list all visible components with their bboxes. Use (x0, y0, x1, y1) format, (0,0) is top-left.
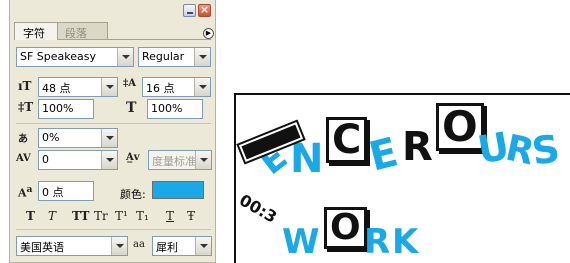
small-caps-button[interactable]: Tr (94, 209, 108, 223)
vertical-scale-icon: ‡T (18, 100, 34, 114)
font-style-value: Regular (142, 50, 185, 63)
chevron-down-icon[interactable] (195, 151, 211, 169)
color-swatch[interactable] (152, 181, 204, 199)
font-size-value: 48 点 (42, 82, 71, 95)
baseline-shift-value: 0 点 (42, 186, 64, 199)
art-letter: S (529, 126, 563, 174)
antialias-value: 犀利 (156, 241, 178, 254)
all-caps-button[interactable]: TT (72, 209, 89, 223)
tracking-value: 度量标准 (152, 155, 196, 168)
art-letter: C (326, 117, 368, 163)
subscript-button[interactable]: T₁ (136, 209, 149, 223)
chevron-down-icon[interactable] (111, 237, 127, 255)
leading-field[interactable]: 16 点 (142, 77, 211, 97)
faux-italic-button[interactable]: T (48, 209, 56, 223)
language-value: 美国英语 (20, 241, 64, 254)
kerning-field[interactable]: 0 (38, 150, 118, 170)
baseline-shift-field[interactable]: 0 点 (38, 181, 94, 201)
baseline-shift-icon: Aa (18, 184, 33, 200)
separator (16, 229, 211, 230)
artwork-canvas: E N C E R O U R S 00:3 W O R K (234, 93, 570, 263)
chevron-down-icon[interactable] (101, 78, 117, 96)
character-panel: × 字符 段落 ▶ SF Speakeasy Regular ıT 48 点 ‡… (9, 0, 216, 263)
font-family-select[interactable]: SF Speakeasy (16, 47, 134, 67)
vertical-scale-value: 100% (42, 102, 74, 115)
art-letter: R (364, 222, 391, 262)
chevron-down-icon[interactable] (194, 78, 210, 96)
close-icon: × (199, 3, 210, 16)
vertical-scale-field[interactable]: 100% (38, 99, 94, 119)
art-letter: K (392, 222, 419, 262)
language-select[interactable]: 美国英语 (16, 236, 128, 256)
chevron-down-icon[interactable] (101, 129, 117, 147)
horizontal-scale-icon: T (126, 100, 137, 116)
kerning-value: 0 (42, 153, 49, 166)
tracking-icon: A̲v (126, 152, 140, 163)
art-prefix: 00:3 (236, 190, 281, 227)
art-letter: N (290, 136, 324, 182)
leading-icon: ‡A (123, 78, 136, 89)
font-family-value: SF Speakeasy (20, 50, 97, 63)
tsume-field[interactable]: 0% (38, 128, 118, 148)
font-style-select[interactable]: Regular (138, 47, 211, 67)
color-label: 颜色: (120, 188, 146, 201)
artwork-frame-left (234, 93, 236, 263)
tsume-value: 0% (42, 131, 60, 144)
chevron-down-icon[interactable] (194, 48, 210, 66)
tracking-field[interactable]: 度量标准 (148, 150, 212, 170)
tab-paragraph[interactable]: 段落 (56, 22, 108, 40)
chevron-down-icon[interactable] (101, 151, 117, 169)
antialias-select[interactable]: 犀利 (152, 236, 212, 256)
art-letter: W (282, 222, 320, 262)
panel-menu-icon[interactable]: ▶ (203, 28, 214, 39)
close-button[interactable]: × (198, 3, 211, 17)
horizontal-scale-value: 100% (151, 102, 183, 115)
art-letter: R (402, 124, 433, 170)
superscript-button[interactable]: T¹ (115, 209, 128, 223)
separator (16, 123, 211, 124)
font-size-icon: ıT (18, 79, 32, 93)
tab-character[interactable]: 字符 (14, 22, 58, 40)
chevron-down-icon[interactable] (117, 48, 133, 66)
horizontal-scale-field[interactable]: 100% (147, 99, 203, 119)
kerning-icon: AV (16, 153, 31, 164)
art-letter: O (324, 207, 367, 249)
minimize-button[interactable] (183, 4, 196, 17)
art-letter: E (364, 129, 403, 181)
artwork-frame-top (234, 93, 570, 95)
font-size-field[interactable]: 48 点 (38, 77, 118, 97)
underline-button[interactable]: T (166, 209, 174, 223)
chevron-down-icon[interactable] (195, 237, 211, 255)
leading-value: 16 点 (146, 82, 175, 95)
faux-bold-button[interactable]: T (26, 209, 35, 223)
tsume-icon: あ (18, 134, 28, 145)
strikethrough-button[interactable]: Ŧ (187, 209, 195, 223)
panel-titlebar: × (10, 0, 215, 22)
antialias-icon: aa (133, 239, 145, 250)
